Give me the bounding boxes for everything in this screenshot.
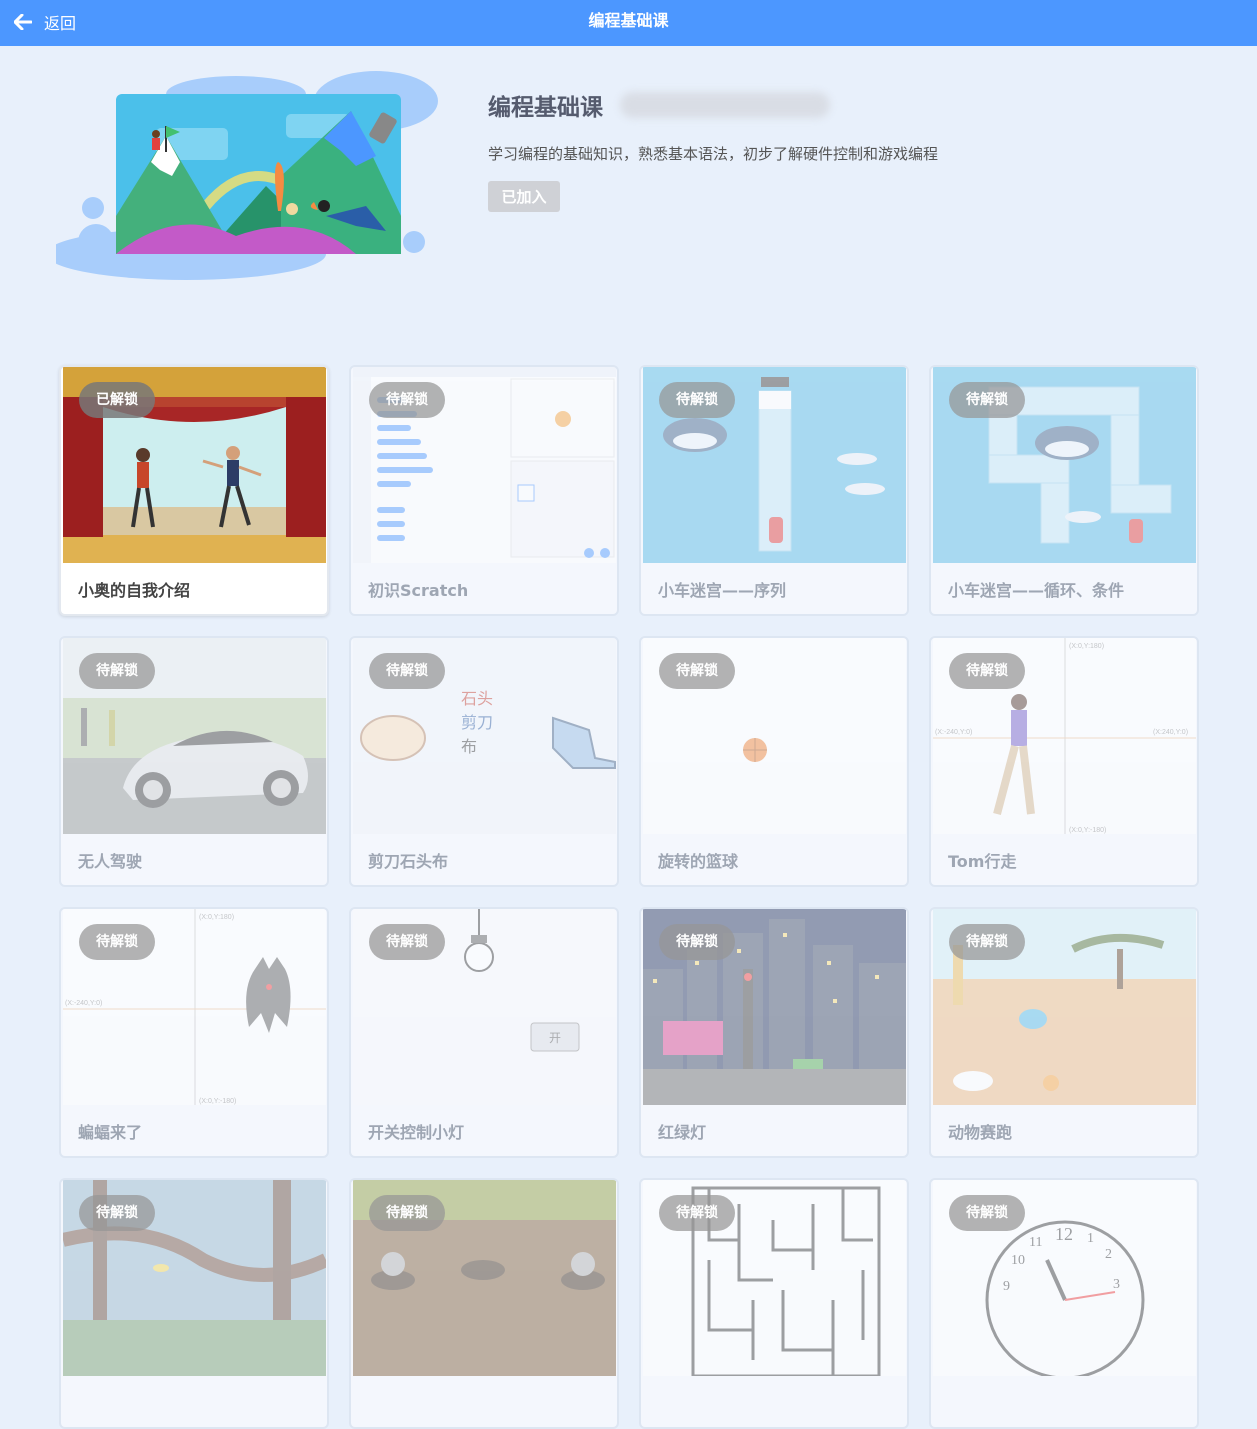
lesson-card[interactable]: 石头 剪刀 布 待解锁剪刀石头布 (349, 636, 619, 887)
svg-text:(X:0,Y:-180): (X:0,Y:-180) (199, 1098, 236, 1105)
lesson-status-badge: 待解锁 (79, 924, 155, 960)
svg-text:2: 2 (1105, 1247, 1112, 1262)
lesson-title: 蝙蝠来了 (78, 1123, 143, 1142)
lesson-title: Tom行走 (948, 852, 1017, 871)
lesson-status-badge: 待解锁 (369, 382, 445, 418)
lesson-title: 小车迷宫——循环、条件 (948, 581, 1125, 600)
lesson-title: 动物赛跑 (948, 1123, 1013, 1142)
lesson-title: 剪刀石头布 (368, 852, 449, 871)
course-cover-image (56, 71, 438, 280)
lesson-title: 小奥的自我介绍 (78, 581, 191, 600)
lesson-status-badge: 待解锁 (659, 1195, 735, 1231)
joined-button[interactable]: 已加入 (488, 181, 560, 212)
lesson-status-badge: 待解锁 (369, 924, 445, 960)
lesson-card[interactable]: 开 待解锁开关控制小灯 (349, 907, 619, 1158)
lesson-status-badge: 待解锁 (79, 653, 155, 689)
lesson-title: 小车迷宫——序列 (658, 581, 787, 600)
lesson-card[interactable]: 待解锁 旋转的篮球 (639, 636, 909, 887)
lesson-card[interactable]: 待解锁 (349, 1178, 619, 1429)
lesson-title: 开关控制小灯 (368, 1123, 465, 1142)
lesson-card[interactable]: 已解锁小奥的自我介绍 (59, 365, 329, 616)
top-bar: 返回 编程基础课 (0, 0, 1257, 46)
lesson-card[interactable]: 待解锁 (59, 1178, 329, 1429)
svg-text:(X:-240,Y:0): (X:-240,Y:0) (935, 729, 972, 736)
lesson-title: 红绿灯 (658, 1123, 707, 1142)
svg-text:布: 布 (461, 738, 477, 756)
lesson-status-badge: 待解锁 (659, 653, 735, 689)
lesson-card[interactable]: (X:0,Y:180) (X:-240,Y:0) (X:240,Y:0) (X:… (929, 636, 1199, 887)
svg-text:(X:240,Y:0): (X:240,Y:0) (1153, 729, 1188, 736)
svg-text:剪刀: 剪刀 (461, 714, 493, 732)
svg-text:12: 12 (1055, 1224, 1073, 1244)
lesson-status-badge: 待解锁 (369, 1195, 445, 1231)
lesson-card[interactable]: 待解锁 动物赛跑 (929, 907, 1199, 1158)
lesson-card[interactable]: 待解锁小车迷宫——序列 (639, 365, 909, 616)
lesson-status-badge: 待解锁 (659, 382, 735, 418)
lesson-card[interactable]: 待解锁 (639, 1178, 909, 1429)
svg-text:3: 3 (1113, 1277, 1120, 1292)
lesson-status-badge: 待解锁 (659, 924, 735, 960)
svg-text:(X:-240,Y:0): (X:-240,Y:0) (65, 1000, 102, 1007)
lesson-status-badge: 已解锁 (79, 382, 155, 418)
svg-text:(X:0,Y:180): (X:0,Y:180) (199, 914, 234, 921)
lesson-title: 无人驾驶 (78, 852, 143, 871)
course-description: 学习编程的基础知识，熟悉基本语法，初步了解硬件控制和游戏编程 (488, 145, 939, 163)
course-title: 编程基础课 (488, 95, 603, 121)
lesson-card[interactable]: 待解锁初识Scratch (349, 365, 619, 616)
lesson-status-badge: 待解锁 (949, 653, 1025, 689)
svg-text:9: 9 (1003, 1279, 1010, 1294)
lesson-card[interactable]: 待解锁小车迷宫——循环、条件 (929, 365, 1199, 616)
lesson-title: 初识Scratch (368, 581, 469, 600)
svg-text:1: 1 (1087, 1231, 1094, 1246)
svg-text:11: 11 (1029, 1235, 1042, 1250)
lesson-card[interactable]: (X:0,Y:180) (X:-240,Y:0) (X:0,Y:-180) 待解… (59, 907, 329, 1158)
lesson-card[interactable]: 待解锁 红绿灯 (639, 907, 909, 1158)
svg-text:石头: 石头 (461, 690, 493, 708)
svg-text:(X:0,Y:-180): (X:0,Y:-180) (1069, 827, 1106, 834)
lesson-card[interactable]: 12 11 10 9 2 3 1 待解锁 (929, 1178, 1199, 1429)
page-title: 编程基础课 (588, 11, 669, 30)
svg-text:开: 开 (549, 1031, 561, 1045)
lesson-card[interactable]: 待解锁 无人驾驶 (59, 636, 329, 887)
svg-text:(X:0,Y:180): (X:0,Y:180) (1069, 643, 1104, 650)
svg-text:10: 10 (1011, 1253, 1025, 1268)
lesson-title: 旋转的篮球 (658, 852, 739, 871)
lesson-status-badge: 待解锁 (79, 1195, 155, 1231)
lesson-status-badge: 待解锁 (369, 653, 445, 689)
lesson-status-badge: 待解锁 (949, 382, 1025, 418)
lesson-status-badge: 待解锁 (949, 1195, 1025, 1231)
course-subtitle-blurred (620, 92, 830, 118)
lesson-status-badge: 待解锁 (949, 924, 1025, 960)
